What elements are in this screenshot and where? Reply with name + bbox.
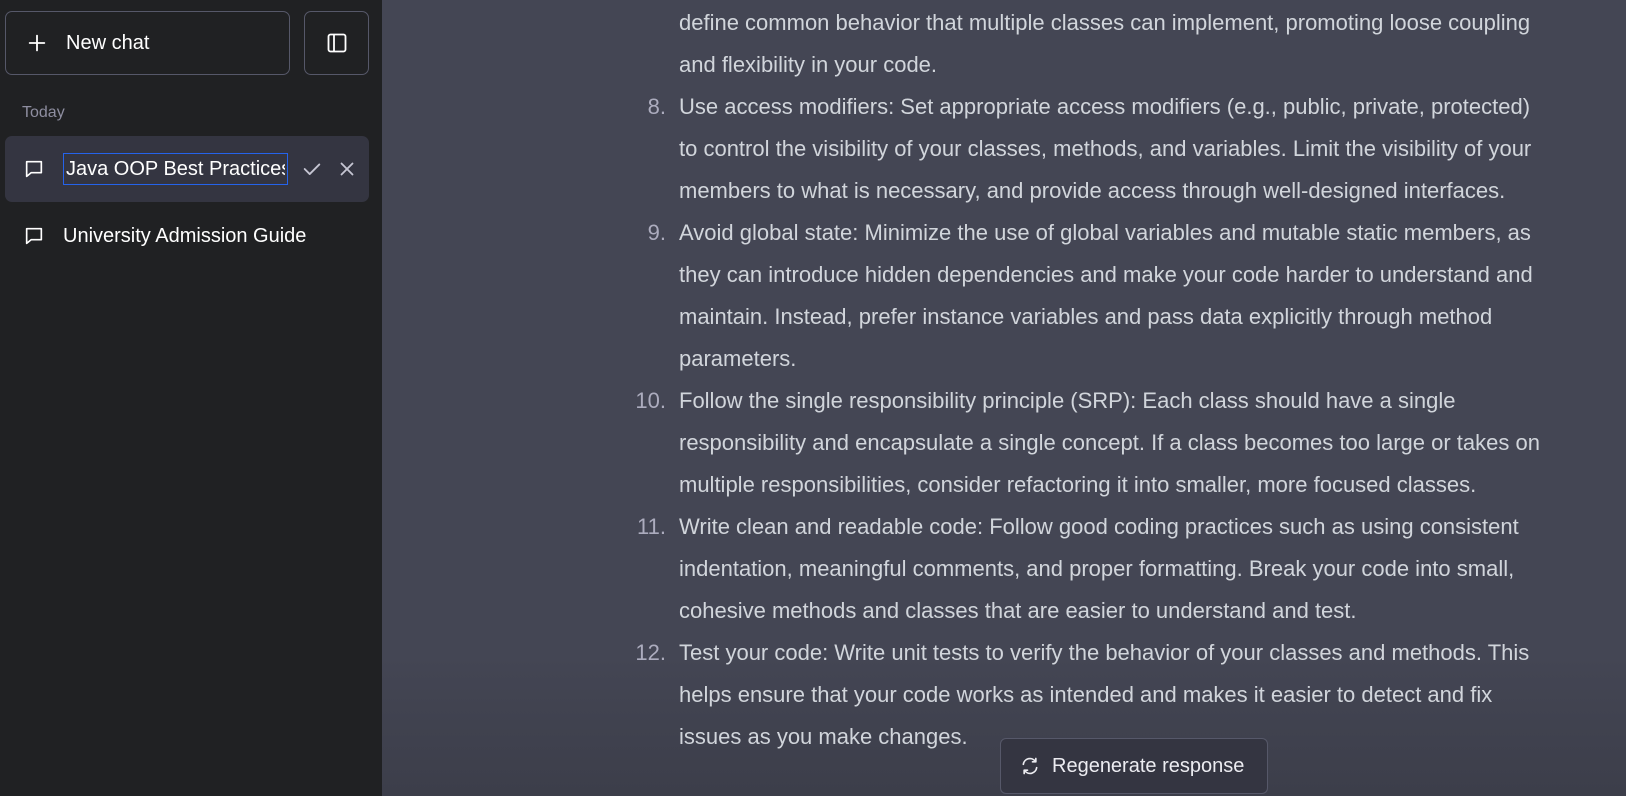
refresh-icon <box>1022 757 1038 775</box>
list-number: 12. <box>635 640 666 665</box>
response-line: Follow the single responsibility princip… <box>679 388 1456 413</box>
list-number: 8. <box>647 94 666 119</box>
response-line: Use access modifiers: Set appropriate ac… <box>679 94 1531 119</box>
toggle-sidebar-button[interactable] <box>304 11 369 75</box>
response-line: Write clean and readable code: Follow go… <box>679 514 1519 539</box>
response-line: multiple responsibilities, consider refa… <box>679 472 1477 497</box>
check-icon[interactable] <box>301 158 323 180</box>
response-line: and flexibility in your code. <box>679 52 938 77</box>
close-icon[interactable] <box>336 158 358 180</box>
response-line: parameters. <box>679 346 797 371</box>
response-line: issues as you make changes. <box>679 724 968 749</box>
response-line: helps ensure that your code works as int… <box>679 682 1493 707</box>
chat-item[interactable]: University Admission Guide <box>5 203 369 269</box>
response-line: responsibility and encapsulate a single … <box>679 430 1540 455</box>
response-line: define common behavior that multiple cla… <box>679 10 1531 35</box>
response-line: they can introduce hidden dependencies a… <box>679 262 1533 287</box>
response-line: indentation, meaningful comments, and pr… <box>679 556 1515 581</box>
chat-item-active[interactable] <box>5 136 369 202</box>
chat-bubble-icon <box>25 160 43 178</box>
response-area: define common behavior that multiple cla… <box>382 0 1626 796</box>
sidebar-toggle-icon <box>327 33 346 53</box>
list-number: 10. <box>635 388 666 413</box>
response-line: to control the visibility of your classe… <box>679 136 1532 161</box>
plus-icon <box>28 34 46 52</box>
section-label-today: Today <box>22 104 65 121</box>
response-line: Avoid global state: Minimize the use of … <box>679 220 1531 245</box>
response-line: maintain. Instead, prefer instance varia… <box>679 304 1493 329</box>
list-number: 11. <box>637 514 666 539</box>
sidebar: New chat Today University Admission Guid… <box>0 0 382 796</box>
regenerate-label: Regenerate response <box>1052 754 1245 777</box>
response-line: Test your code: Write unit tests to veri… <box>679 640 1530 665</box>
list-number: 9. <box>647 220 666 245</box>
new-chat-button[interactable]: New chat <box>5 11 290 75</box>
response-line: cohesive methods and classes that are ea… <box>679 598 1357 623</box>
rename-chat-input[interactable] <box>63 153 288 185</box>
response-line: members to what is necessary, and provid… <box>679 178 1506 203</box>
chat-item-title: University Admission Guide <box>63 224 307 247</box>
chat-bubble-icon <box>25 227 43 245</box>
new-chat-label: New chat <box>66 31 150 54</box>
regenerate-response-button[interactable]: Regenerate response <box>1000 738 1268 794</box>
